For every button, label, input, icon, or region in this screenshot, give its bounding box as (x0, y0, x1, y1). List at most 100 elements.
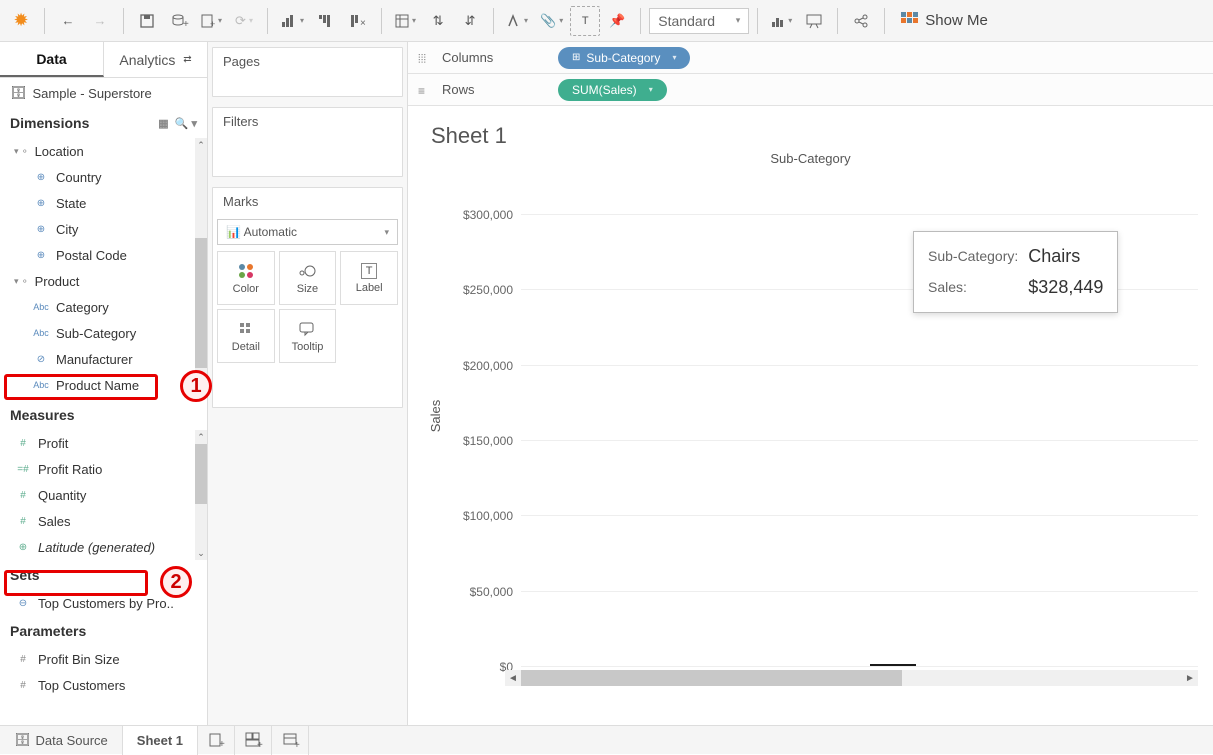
pill-subcategory[interactable]: ⊞Sub-Category (558, 47, 690, 69)
svg-text:+: + (183, 19, 189, 30)
worksheet-area: ⦙⦙⦙Columns ⊞Sub-Category ≡Rows SUM(Sales… (408, 42, 1213, 725)
detail-icon (237, 320, 255, 338)
show-me-button[interactable]: Show Me (893, 12, 996, 30)
new-worksheet-icon[interactable]: + (196, 6, 227, 36)
tab-sheet1[interactable]: Sheet 1 (123, 726, 198, 755)
new-story-tab-icon[interactable]: + (272, 726, 309, 755)
tab-data[interactable]: Data (0, 42, 104, 77)
new-datasource-icon[interactable]: + (164, 6, 194, 36)
scroll-left-icon[interactable]: ◄ (505, 670, 521, 686)
columns-shelf[interactable]: ⦙⦙⦙Columns ⊞Sub-Category (408, 42, 1213, 74)
marks-card: Marks 📊 Automatic Color Size TLabel Deta… (212, 187, 403, 408)
share-icon[interactable] (846, 6, 876, 36)
columns-icon: ⦙⦙⦙ (418, 52, 426, 67)
color-icon (237, 262, 255, 280)
tableau-logo-icon[interactable]: ✹ (6, 6, 36, 36)
field-state[interactable]: ⊕State (0, 190, 207, 216)
highlight-icon[interactable] (502, 6, 533, 36)
field-productname[interactable]: AbcProduct Name (0, 372, 207, 398)
scroll-right-icon[interactable]: ► (1182, 670, 1198, 686)
horizontal-scrollbar[interactable]: ◄ ► (505, 670, 1198, 686)
field-product[interactable]: ▾ ⚬Product (0, 268, 207, 294)
undo-icon[interactable]: ← (53, 6, 83, 36)
field-latitude[interactable]: ⊕Latitude (generated) (0, 534, 207, 560)
field-location[interactable]: ▾ ⚬Location (0, 138, 207, 164)
text-icon: Abc (32, 380, 50, 390)
text-icon[interactable]: T (570, 6, 600, 36)
svg-text:+: + (257, 740, 263, 751)
swap-icon[interactable] (276, 6, 309, 36)
field-country[interactable]: ⊕Country (0, 164, 207, 190)
param-topcust[interactable]: #Top Customers (0, 672, 207, 698)
clear-icon[interactable]: × (343, 6, 373, 36)
field-postal[interactable]: ⊕Postal Code (0, 242, 207, 268)
marks-tooltip[interactable]: Tooltip (279, 309, 337, 363)
bar-chairs[interactable] (870, 664, 916, 666)
measures-header: Measures (0, 400, 207, 430)
dim-tools-icon[interactable]: ▦ 🔍 ▾ (158, 117, 197, 130)
fit-selector[interactable]: Standard (649, 8, 749, 34)
attach-icon[interactable]: 📎 (535, 6, 568, 36)
field-set-topcust[interactable]: ⊖Top Customers by Pro.. (0, 590, 207, 616)
plus-icon: ⊞ (572, 52, 580, 63)
svg-text:×: × (360, 18, 366, 29)
chart-tooltip: Sub-Category:Chairs Sales:$328,449 (913, 231, 1118, 313)
marks-detail[interactable]: Detail (217, 309, 275, 363)
field-profit[interactable]: #Profit (0, 430, 207, 456)
marks-size[interactable]: Size (279, 251, 337, 305)
sort-desc-icon[interactable]: ⇅ (423, 6, 453, 36)
rows-icon: ≡ (418, 84, 425, 98)
param-binsize[interactable]: #Profit Bin Size (0, 646, 207, 672)
data-panel: Data Analytics ⇄ 🗄 Sample - Superstore D… (0, 42, 208, 725)
field-category[interactable]: AbcCategory (0, 294, 207, 320)
field-manufacturer[interactable]: ⊘Manufacturer (0, 346, 207, 372)
svg-text:+: + (219, 739, 225, 750)
filters-shelf[interactable]: Filters (212, 107, 403, 177)
size-icon (298, 262, 316, 280)
sheet-title[interactable]: Sheet 1 (413, 111, 1208, 153)
presentation-icon[interactable] (799, 6, 829, 36)
shelves-panel: Pages Filters Marks 📊 Automatic Color Si… (208, 42, 408, 725)
globe-icon: ⊕ (32, 198, 50, 209)
sort-asc-icon[interactable] (311, 6, 341, 36)
field-subcategory[interactable]: AbcSub-Category (0, 320, 207, 346)
rows-shelf[interactable]: ≡Rows SUM(Sales) (408, 74, 1213, 106)
mark-type-selector[interactable]: 📊 Automatic (217, 219, 398, 245)
label-icon: T (361, 263, 377, 279)
tab-datasource[interactable]: 🗄Data Source (0, 726, 123, 755)
marks-label[interactable]: TLabel (340, 251, 398, 305)
redo-icon[interactable]: → (85, 6, 115, 36)
field-city[interactable]: ⊕City (0, 216, 207, 242)
field-sales[interactable]: #Sales (0, 508, 207, 534)
new-worksheet-tab-icon[interactable]: + (198, 726, 235, 755)
clip-icon: ⊘ (32, 354, 50, 365)
globe-icon: ⊕ (32, 172, 50, 183)
set-icon: ⊖ (14, 598, 32, 609)
svg-text:+: + (210, 19, 215, 29)
sort2-icon[interactable]: ⇵ (455, 6, 485, 36)
number-icon: # (14, 438, 32, 449)
tab-analytics[interactable]: Analytics ⇄ (104, 42, 207, 77)
save-icon[interactable] (132, 6, 162, 36)
text-icon: Abc (32, 328, 50, 338)
marks-color[interactable]: Color (217, 251, 275, 305)
globe-icon: ⊕ (14, 542, 32, 553)
new-dashboard-tab-icon[interactable]: + (235, 726, 272, 755)
cards-icon[interactable] (766, 6, 797, 36)
pin-icon[interactable]: 📌 (602, 6, 632, 36)
datasource-icon: 🗄 (14, 732, 31, 748)
meas-scrollbar[interactable]: ⌃ ⌄ (195, 430, 207, 560)
field-profit-ratio[interactable]: =#Profit Ratio (0, 456, 207, 482)
visualization[interactable]: Sheet 1 Sub-Category Sales $0$50,000$100… (412, 110, 1209, 721)
pill-sumsales[interactable]: SUM(Sales) (558, 79, 667, 101)
tooltip-icon (298, 320, 316, 338)
number-icon: # (14, 516, 32, 527)
field-quantity[interactable]: #Quantity (0, 482, 207, 508)
pages-shelf[interactable]: Pages (212, 47, 403, 97)
dim-scrollbar[interactable]: ⌃ ⌄ (195, 138, 207, 398)
globe-icon: ⊕ (32, 250, 50, 261)
datasource-row[interactable]: 🗄 Sample - Superstore (0, 78, 207, 108)
totals-icon[interactable] (390, 6, 421, 36)
refresh-icon[interactable]: ⟳ (229, 6, 259, 36)
number-icon: # (14, 680, 32, 691)
